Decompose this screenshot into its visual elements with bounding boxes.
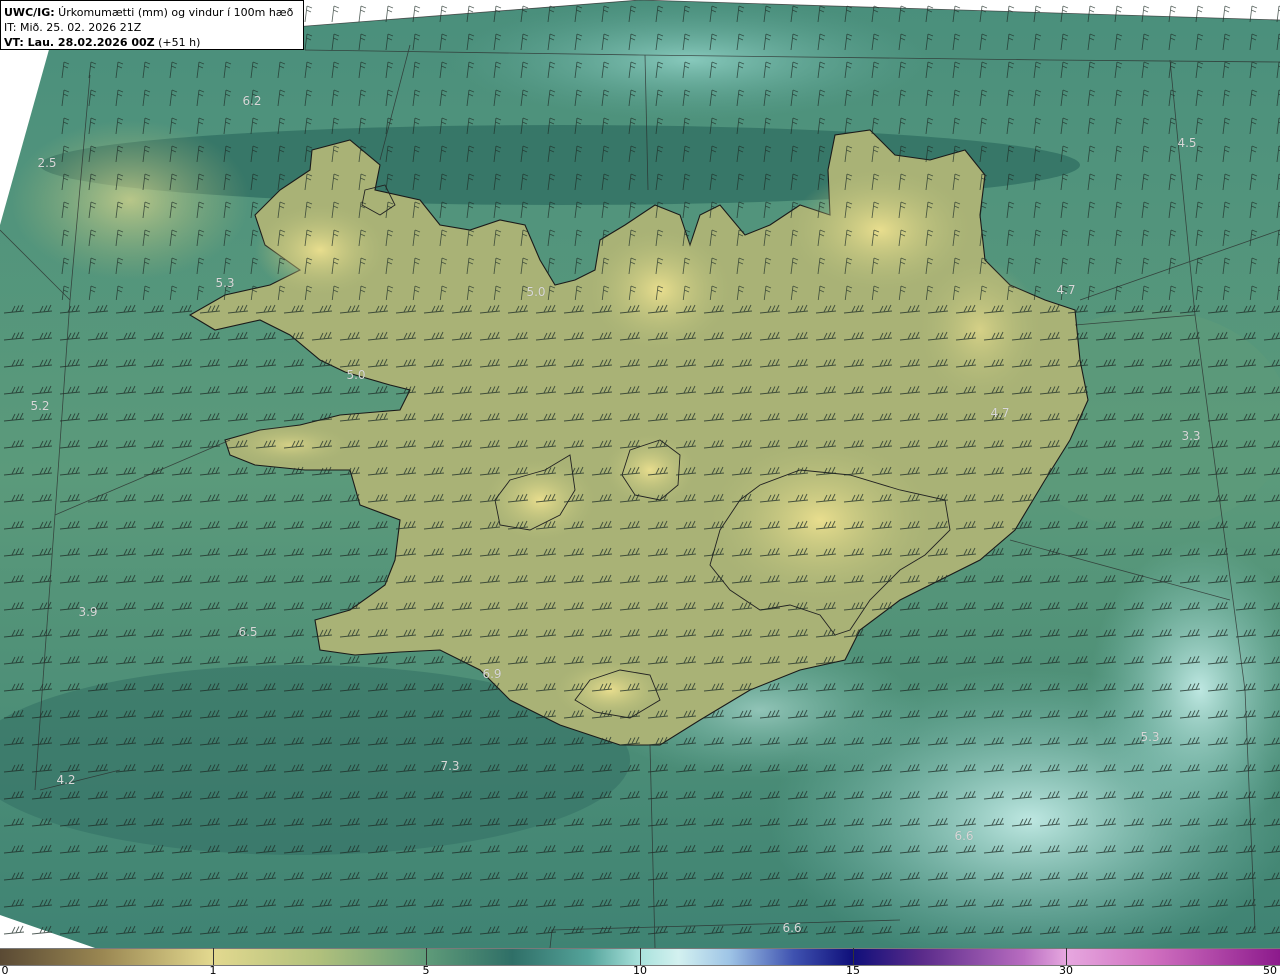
model-name: UWC/IG: xyxy=(4,6,55,19)
value-label: 5.0 xyxy=(346,368,366,382)
colorbar-tick-mark xyxy=(213,948,214,965)
colorbar-tick-label: 5 xyxy=(422,964,430,977)
map-title-box: UWC/IG: Úrkomumætti (mm) og vindur í 100… xyxy=(0,0,304,50)
value-label: 6.6 xyxy=(954,829,974,843)
colorbar-tick-mark xyxy=(426,948,427,965)
parameter-description: Úrkomumætti (mm) og vindur í 100m hæð xyxy=(54,6,294,19)
forecast-offset: (+51 h) xyxy=(154,36,201,49)
colorbar-labels: 0 1 5 10 15 30 50 xyxy=(0,964,1280,978)
value-label: 5.3 xyxy=(1140,730,1160,744)
valid-time: VT: Lau. 28.02.2026 00Z xyxy=(4,36,155,49)
value-label: 5.0 xyxy=(526,285,546,299)
colorbar-tick-label: 1 xyxy=(209,964,217,977)
value-label: 6.5 xyxy=(238,625,258,639)
value-label: 2.5 xyxy=(37,156,57,170)
colorbar-tick-mark xyxy=(640,948,641,965)
value-label: 4.7 xyxy=(1056,283,1076,297)
value-label: 6.9 xyxy=(482,667,502,681)
wind-barbs-south xyxy=(0,300,1280,948)
title-line-1: UWC/IG: Úrkomumætti (mm) og vindur í 100… xyxy=(4,5,300,20)
colorbar-tick-label: 30 xyxy=(1059,964,1073,977)
colorbar-tick-label: 10 xyxy=(633,964,647,977)
value-label: 7.3 xyxy=(440,759,460,773)
initial-time: IT: Mið. 25. 02. 2026 21Z xyxy=(4,21,142,34)
colorbar-tick-mark xyxy=(1066,948,1067,965)
precipitation-map xyxy=(0,0,1280,948)
value-label: 5.3 xyxy=(215,276,235,290)
value-label: 5.2 xyxy=(30,399,50,413)
value-label: 6.6 xyxy=(782,921,802,935)
colorbar-tick-mark xyxy=(853,948,854,965)
value-label: 3.9 xyxy=(78,605,98,619)
colorbar-tick-label: 0 xyxy=(1,964,9,977)
colorbar-tick-label: 15 xyxy=(846,964,860,977)
value-label: 4.5 xyxy=(1177,136,1197,150)
value-label: 6.2 xyxy=(242,94,262,108)
map-area[interactable]: UWC/IG: Úrkomumætti (mm) og vindur í 100… xyxy=(0,0,1280,948)
value-label: 4.7 xyxy=(990,406,1010,420)
value-label: 4.2 xyxy=(56,773,76,787)
title-line-3: VT: Lau. 28.02.2026 00Z (+51 h) xyxy=(4,35,300,50)
value-label: 3.3 xyxy=(1181,429,1201,443)
colorbar-tick-label: 50 xyxy=(1263,964,1277,977)
